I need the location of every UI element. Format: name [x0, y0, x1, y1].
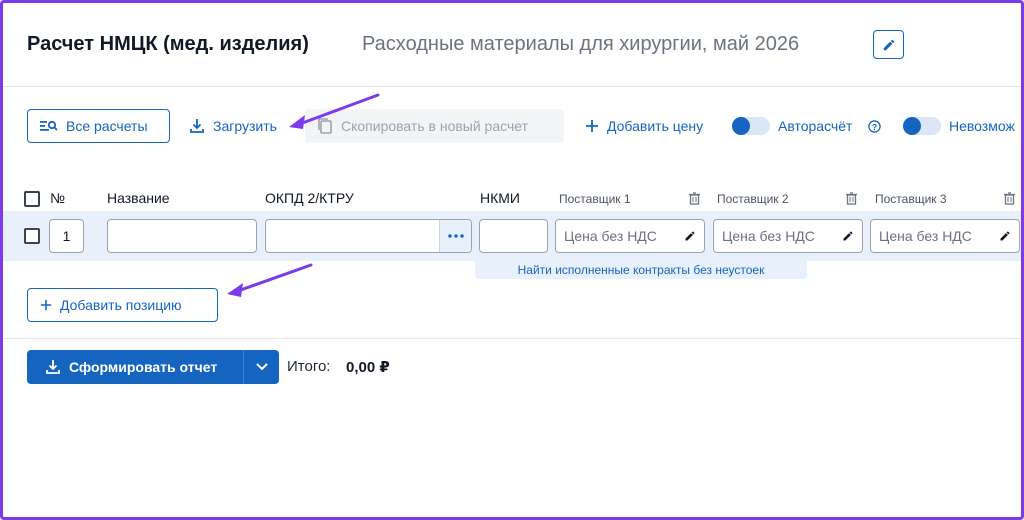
help-icon[interactable]: ?: [868, 120, 881, 133]
add-position-button[interactable]: Добавить позицию: [27, 288, 218, 322]
column-name: Название: [107, 190, 170, 206]
list-search-icon: [40, 120, 58, 131]
plus-icon: [586, 120, 598, 132]
pencil-icon[interactable]: [842, 230, 854, 242]
add-price-button[interactable]: Добавить цену: [585, 109, 719, 143]
name-input[interactable]: [107, 219, 257, 253]
annotation-arrow: [227, 263, 313, 297]
column-supplier-3: Поставщик 3: [875, 192, 947, 206]
total-value: 0,00 ₽: [346, 359, 390, 376]
table-row: 1 Цена без НДС Цена без НДС Цена без НДС: [3, 211, 1021, 261]
upload-label: Загрузить: [213, 118, 277, 134]
all-calculations-button[interactable]: Все расчеты: [27, 109, 170, 143]
column-nkmi: НКМИ: [480, 190, 520, 206]
supplier-2-price-input[interactable]: Цена без НДС: [713, 219, 863, 253]
calculation-name: Расходные материалы для хирургии, май 20…: [362, 33, 800, 55]
supplier-3-price-input[interactable]: Цена без НДС: [870, 219, 1020, 253]
svg-text:?: ?: [872, 122, 877, 132]
page-header: Расчет НМЦК (мед. изделия) Расходные мат…: [3, 3, 1021, 87]
toggle-knob: [732, 117, 750, 135]
chevron-down-icon: [255, 363, 268, 371]
price-placeholder: Цена без НДС: [722, 228, 815, 244]
more-horizontal-icon: [447, 234, 464, 238]
trash-icon[interactable]: [689, 192, 700, 205]
copy-icon: [318, 118, 332, 134]
column-supplier-1: Поставщик 1: [559, 192, 631, 206]
generate-report-button[interactable]: Сформировать отчет: [27, 350, 279, 384]
total-label: Итого:: [287, 358, 331, 375]
select-all-checkbox[interactable]: [24, 191, 40, 207]
download-icon: [46, 360, 60, 374]
page-title: Расчет НМЦК (мед. изделия): [27, 33, 309, 55]
pencil-icon: [883, 39, 894, 50]
okpd-more-button[interactable]: [439, 220, 471, 252]
app-frame: Расчет НМЦК (мед. изделия) Расходные мат…: [0, 0, 1024, 520]
generate-report-label: Сформировать отчет: [69, 359, 218, 375]
copy-to-new-button[interactable]: Скопировать в новый расчет: [305, 109, 564, 143]
section-divider: [3, 338, 1021, 339]
find-contracts-link[interactable]: Найти исполненные контракты без неустоек: [475, 261, 807, 279]
trash-icon[interactable]: [846, 192, 857, 205]
download-icon: [190, 119, 204, 133]
generate-report-main[interactable]: Сформировать отчет: [27, 350, 243, 384]
okpd-input[interactable]: [265, 219, 472, 253]
pencil-icon[interactable]: [999, 230, 1011, 242]
row-number-field[interactable]: 1: [49, 219, 84, 253]
report-options-dropdown[interactable]: [243, 350, 279, 384]
autocalc-toggle[interactable]: [732, 117, 770, 135]
price-placeholder: Цена без НДС: [564, 228, 657, 244]
impossible-toggle[interactable]: [903, 117, 941, 135]
impossible-label: Невозмож: [949, 118, 1015, 134]
supplier-1-price-input[interactable]: Цена без НДС: [555, 219, 705, 253]
add-position-label: Добавить позицию: [60, 297, 182, 313]
table-header: № Название ОКПД 2/КТРУ НКМИ Поставщик 1 …: [3, 187, 1021, 211]
toolbar: Все расчеты Загрузить Скопировать в новы…: [3, 109, 1021, 145]
column-number: №: [50, 190, 66, 206]
upload-button[interactable]: Загрузить: [189, 109, 289, 143]
toggle-knob: [903, 117, 921, 135]
edit-title-button[interactable]: [873, 30, 904, 59]
nkmi-input[interactable]: [479, 219, 548, 253]
add-price-label: Добавить цену: [607, 118, 704, 134]
plus-icon: [40, 299, 52, 311]
row-checkbox[interactable]: [24, 228, 40, 244]
column-supplier-2: Поставщик 2: [717, 192, 789, 206]
all-calculations-label: Все расчеты: [66, 118, 148, 134]
column-okpd: ОКПД 2/КТРУ: [265, 190, 354, 206]
autocalc-label: Авторасчёт: [778, 118, 853, 134]
pencil-icon[interactable]: [684, 230, 696, 242]
copy-to-new-label: Скопировать в новый расчет: [341, 118, 529, 134]
trash-icon[interactable]: [1004, 192, 1015, 205]
price-placeholder: Цена без НДС: [879, 228, 972, 244]
